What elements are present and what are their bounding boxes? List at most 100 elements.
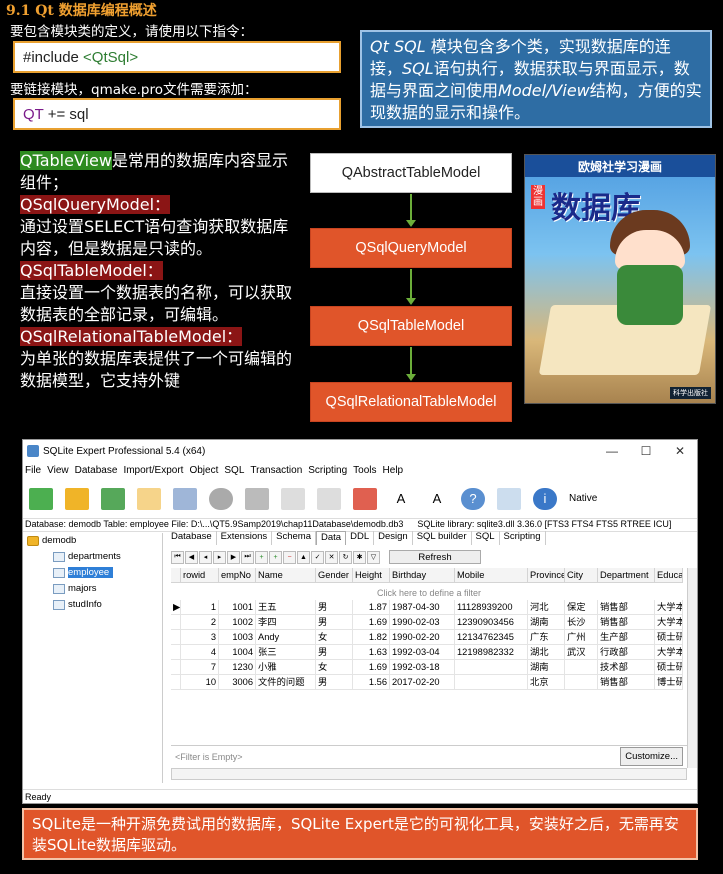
refresh-button[interactable]: Refresh (389, 550, 481, 564)
column-header[interactable]: Height (353, 568, 390, 583)
tree-item-studinfo[interactable]: studInfo (53, 597, 102, 612)
bookmark-icon[interactable]: ✱ (353, 550, 366, 564)
append-record-button[interactable]: + (269, 550, 282, 564)
info-icon[interactable]: i (533, 487, 557, 510)
tab-design[interactable]: Design (374, 531, 413, 545)
prior-record-button[interactable]: ◂ (199, 550, 212, 564)
table-cell[interactable]: 文件的问题 (256, 675, 316, 690)
delete-record-button[interactable]: − (283, 550, 296, 564)
table-cell[interactable]: 王五 (256, 600, 316, 615)
chart-icon[interactable] (353, 487, 377, 510)
table-cell[interactable]: 男 (316, 675, 353, 690)
post-button[interactable]: ✓ (311, 550, 324, 564)
table-cell[interactable]: 小雅 (256, 660, 316, 675)
menu-scripting[interactable]: Scripting (308, 465, 347, 476)
table-cell[interactable]: 3006 (219, 675, 256, 690)
table-cell[interactable]: 河北 (528, 600, 565, 615)
close-button[interactable]: ✕ (663, 444, 697, 458)
table-cell[interactable]: 男 (316, 615, 353, 630)
table-cell[interactable]: 12134762345 (455, 630, 528, 645)
column-header[interactable]: Mobile (455, 568, 528, 583)
row-indicator[interactable] (171, 660, 181, 675)
table-cell[interactable]: 博士研 (655, 675, 683, 690)
help-icon[interactable]: ? (461, 487, 485, 510)
print-icon[interactable] (173, 487, 197, 510)
table-cell[interactable]: 保定 (565, 600, 598, 615)
prior-page-button[interactable]: ◀ (185, 550, 198, 564)
tree-item-departments[interactable]: departments (53, 549, 121, 564)
import-icon[interactable] (101, 487, 125, 510)
table-cell[interactable]: 2017-02-20 (390, 675, 455, 690)
next-page-button[interactable]: ▶ (227, 550, 240, 564)
table-cell[interactable]: 12198982332 (455, 645, 528, 660)
table-cell[interactable]: 1001 (219, 600, 256, 615)
vertical-scrollbar[interactable] (687, 568, 697, 768)
menu-database[interactable]: Database (75, 465, 118, 476)
last-record-button[interactable]: ⏭ (241, 550, 254, 564)
table-row[interactable]: 7 1230 小雅女 1.69 1992-03-18 湖南 技术部 硕士研 (171, 660, 683, 675)
customize-button[interactable]: Customize... (620, 747, 683, 766)
tab-sql[interactable]: SQL (472, 531, 500, 545)
edit-record-button[interactable]: ▲ (297, 550, 310, 564)
table-cell[interactable]: 技术部 (598, 660, 655, 675)
minimize-button[interactable]: — (595, 444, 629, 458)
table-cell[interactable]: 武汉 (565, 645, 598, 660)
table-cell[interactable]: 李四 (256, 615, 316, 630)
table-cell[interactable]: 1.69 (353, 615, 390, 630)
stop-icon[interactable] (209, 487, 233, 510)
table-cell[interactable]: 1.69 (353, 660, 390, 675)
table-cell[interactable]: 1.63 (353, 645, 390, 660)
row-indicator[interactable] (171, 675, 181, 690)
table-cell[interactable] (455, 675, 528, 690)
new-database-icon[interactable] (29, 487, 53, 510)
table-cell[interactable]: 硕士研 (655, 660, 683, 675)
table-cell[interactable]: 1992-03-18 (390, 660, 455, 675)
menu-import-export[interactable]: Import/Export (123, 465, 183, 476)
table-cell[interactable]: 1990-02-20 (390, 630, 455, 645)
table-cell[interactable]: 张三 (256, 645, 316, 660)
maximize-button[interactable]: ☐ (629, 444, 663, 458)
row-indicator[interactable] (171, 645, 181, 660)
table-cell[interactable]: 1 (181, 600, 219, 615)
table-cell[interactable]: 1987-04-30 (390, 600, 455, 615)
horizontal-scrollbar[interactable] (171, 768, 687, 780)
menu-object[interactable]: Object (189, 465, 218, 476)
tree-item-employee[interactable]: employee (53, 565, 114, 580)
row-indicator[interactable]: ▶ (171, 600, 181, 615)
table-cell[interactable] (565, 675, 598, 690)
table-cell[interactable]: 3 (181, 630, 219, 645)
tab-extensions[interactable]: Extensions (217, 531, 273, 545)
table-cell[interactable] (455, 660, 528, 675)
table-cell[interactable]: 北京 (528, 675, 565, 690)
table-cell[interactable]: 1.82 (353, 630, 390, 645)
table-cell[interactable]: 1230 (219, 660, 256, 675)
open-database-icon[interactable] (65, 487, 89, 510)
column-header[interactable]: Gender (316, 568, 353, 583)
tab-schema[interactable]: Schema (272, 531, 317, 545)
table-cell[interactable]: 11128939200 (455, 600, 528, 615)
column-header[interactable]: rowid (181, 568, 219, 583)
paste-icon[interactable] (317, 487, 341, 510)
table-cell[interactable]: 7 (181, 660, 219, 675)
first-record-button[interactable]: ⏮ (171, 550, 184, 564)
tab-sql-builder[interactable]: SQL builder (413, 531, 472, 545)
row-indicator[interactable] (171, 630, 181, 645)
table-cell[interactable] (565, 660, 598, 675)
folder-icon[interactable] (137, 487, 161, 510)
tab-scripting[interactable]: Scripting (500, 531, 546, 545)
table-cell[interactable]: 销售部 (598, 615, 655, 630)
table-cell[interactable]: 男 (316, 645, 353, 660)
table-cell[interactable]: 硕士研 (655, 630, 683, 645)
table-cell[interactable]: 湖南 (528, 660, 565, 675)
column-header[interactable]: Birthday (390, 568, 455, 583)
tab-data[interactable]: Data (316, 531, 347, 545)
table-cell[interactable]: 女 (316, 630, 353, 645)
tree-item-demodb[interactable]: demodb (27, 533, 76, 548)
native-dropdown[interactable]: Native (569, 493, 597, 504)
table-cell[interactable]: 10 (181, 675, 219, 690)
menu-view[interactable]: View (47, 465, 69, 476)
table-cell[interactable]: 2 (181, 615, 219, 630)
table-cell[interactable]: 销售部 (598, 675, 655, 690)
row-indicator[interactable] (171, 615, 181, 630)
table-cell[interactable]: 湖北 (528, 645, 565, 660)
